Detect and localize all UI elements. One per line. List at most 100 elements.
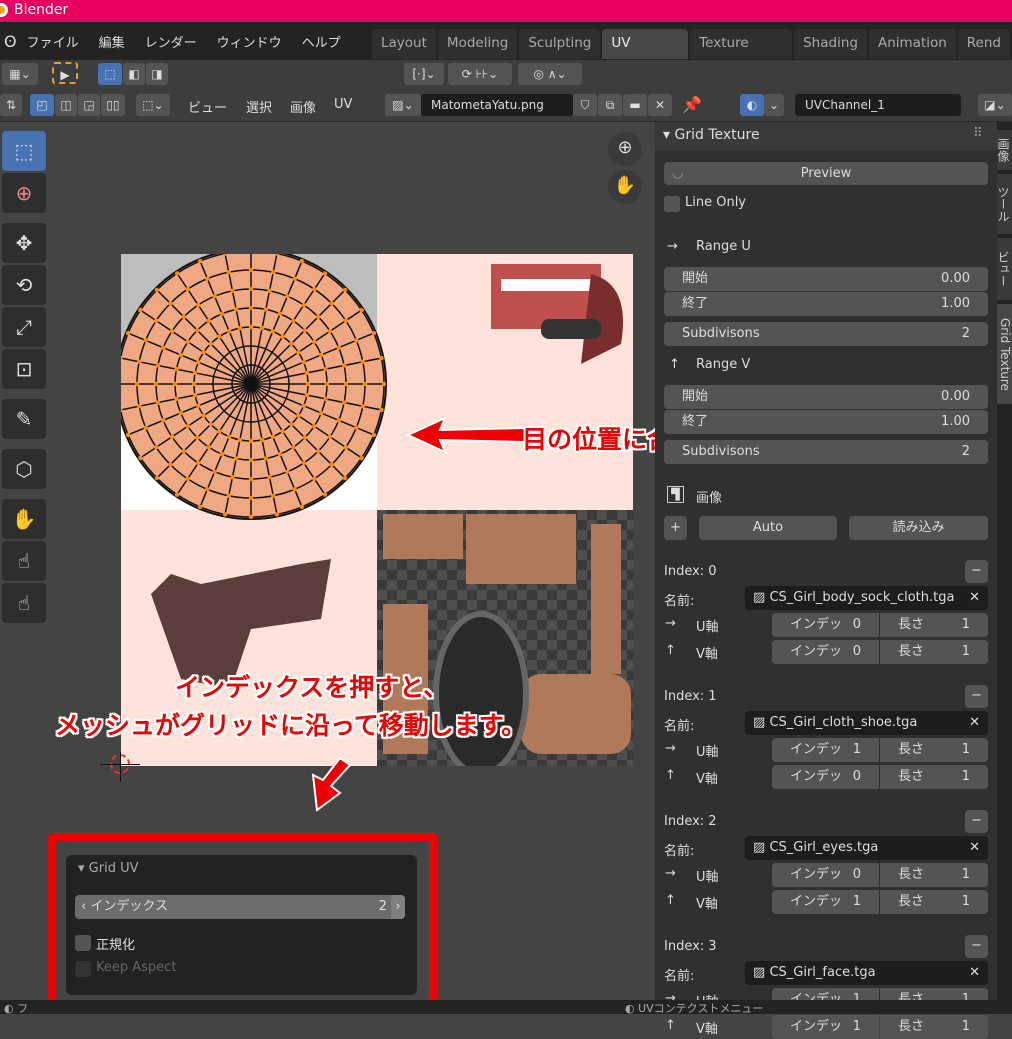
rip-tool-icon[interactable]: ⬡	[2, 449, 46, 489]
menu-edit[interactable]: 編集	[99, 32, 125, 51]
v-length-field[interactable]: 長さ 1	[880, 1015, 988, 1039]
sync-selection-icon[interactable]: ⇅	[0, 94, 22, 116]
select-subtract-icon[interactable]: ◨	[146, 63, 168, 85]
u-length-field[interactable]: 長さ1	[880, 613, 988, 637]
tab-tool[interactable]: ツール	[996, 174, 1012, 234]
tab-texture-paint[interactable]: Texture Paint	[690, 29, 793, 79]
index-stepper[interactable]: ‹ インデックス 2 ›	[75, 895, 405, 919]
proportional-edit-icon[interactable]: ◎ ∧⌄	[518, 63, 582, 85]
image-name-field[interactable]: ▨ CS_Girl_cloth_shoe.tga ✕	[745, 711, 988, 735]
u-index-field[interactable]: インデッ 0	[772, 863, 879, 887]
transform-tool-icon[interactable]: ⊡	[2, 349, 46, 389]
tab-rendering[interactable]: Rend	[957, 29, 1010, 59]
menu-view[interactable]: ビュー	[188, 97, 227, 116]
move-tool-icon[interactable]: ✥	[2, 223, 46, 263]
pivot-icon[interactable]: [·]⌄	[404, 63, 444, 85]
line-only-checkbox[interactable]	[664, 196, 680, 212]
u-length-field[interactable]: 長さ1	[880, 863, 988, 887]
tab-image[interactable]: 画像	[996, 130, 1012, 170]
preview-button[interactable]: ◡ Preview	[664, 162, 988, 185]
normalize-checkbox[interactable]	[75, 935, 91, 951]
menu-file[interactable]: ファイル	[27, 32, 79, 51]
clear-icon[interactable]: ✕	[969, 961, 980, 985]
zoom-icon[interactable]: ⊕	[608, 132, 642, 166]
face-select-icon[interactable]: ◲	[78, 94, 100, 116]
panel-title[interactable]: ▾ Grid Texture	[663, 127, 760, 143]
add-button[interactable]: +	[664, 516, 687, 540]
pinch-tool-icon[interactable]: ☝	[2, 583, 46, 623]
blender-menu-icon[interactable]: ʘ	[4, 32, 17, 51]
menu-window[interactable]: ウィンドウ	[217, 32, 282, 51]
annotate-tool-icon[interactable]: ✎	[2, 399, 46, 439]
image-name-field[interactable]: ▨ CS_Girl_eyes.tga ✕	[745, 836, 988, 860]
image-name-field[interactable]: MatometaYatu.png	[421, 94, 573, 116]
v-length-field[interactable]: 長さ 1	[880, 890, 988, 914]
drag-handle-icon[interactable]: ⠿	[973, 126, 983, 141]
menu-image[interactable]: 画像	[290, 97, 316, 116]
range-v-end-field[interactable]: 終了 1.00	[664, 410, 988, 434]
remove-entry-button[interactable]: −	[965, 560, 988, 583]
u-index-field[interactable]: インデッ1	[772, 738, 879, 762]
relax-tool-icon[interactable]: ☝	[2, 541, 46, 581]
v-length-field[interactable]: 長さ 1	[880, 765, 988, 789]
pan-hand-icon[interactable]: ✋	[608, 170, 642, 204]
remove-entry-button[interactable]: −	[965, 685, 988, 708]
open-image-icon[interactable]: ▬	[623, 94, 647, 116]
uv-overlay-icon[interactable]: ◐	[740, 94, 764, 116]
uv-channel-field[interactable]: UVChannel_1	[795, 94, 961, 116]
island-select-icon[interactable]: ▯▯	[101, 94, 125, 116]
v-length-field[interactable]: 長さ 1	[880, 640, 988, 664]
range-u-start-field[interactable]: 開始 0.00	[664, 267, 988, 291]
snap-icon[interactable]: ⟳ ⊦⊦⌄	[448, 63, 512, 85]
select-extend-icon[interactable]: ◧	[123, 63, 145, 85]
editor-type-icon[interactable]: ▦⌄	[2, 63, 38, 85]
new-image-icon[interactable]: ⧉	[598, 94, 622, 116]
tab-view[interactable]: ビュー	[996, 238, 1012, 300]
select-box-tool-icon[interactable]: ⬚	[2, 131, 46, 171]
u-length-field[interactable]: 長さ1	[880, 738, 988, 762]
clear-icon[interactable]: ✕	[969, 836, 980, 860]
range-u-subdiv-field[interactable]: Subdivisons 2	[664, 322, 988, 346]
u-index-field[interactable]: インデッ 0	[772, 613, 879, 637]
unlink-image-icon[interactable]: ✕	[648, 94, 672, 116]
grab-tool-icon[interactable]: ✋	[2, 499, 46, 539]
tab-uv-editing[interactable]: UV Editing	[602, 29, 689, 79]
sticky-select-icon[interactable]: ⬚⌄	[136, 94, 170, 116]
select-tool-icon[interactable]: ▶	[52, 62, 78, 84]
menu-help[interactable]: ヘルプ	[302, 32, 341, 51]
menu-select[interactable]: 選択	[246, 97, 272, 116]
clear-icon[interactable]: ✕	[969, 586, 980, 610]
overlay-dropdown-icon[interactable]: ⌄	[764, 94, 784, 116]
keep-aspect-checkbox[interactable]	[75, 961, 91, 977]
image-name-field[interactable]: ▨ CS_Girl_body_sock_cloth.tga ✕	[745, 586, 988, 610]
vertex-select-icon[interactable]: ◰	[30, 94, 54, 116]
range-v-subdiv-field[interactable]: Subdivisons 2	[664, 440, 988, 464]
edge-select-icon[interactable]: ◫	[55, 94, 77, 116]
rotate-tool-icon[interactable]: ⟲	[2, 265, 46, 305]
remove-entry-button[interactable]: −	[965, 810, 988, 833]
v-index-field[interactable]: インデッ 1	[772, 890, 879, 914]
grid-uv-title[interactable]: ▾ Grid UV	[78, 861, 139, 876]
v-index-field[interactable]: インデッ 0	[772, 765, 879, 789]
menu-uv[interactable]: UV	[334, 97, 352, 112]
clear-icon[interactable]: ✕	[969, 711, 980, 735]
cursor-tool-icon[interactable]: ⊕	[2, 173, 46, 213]
range-v-start-field[interactable]: 開始 0.00	[664, 385, 988, 409]
tab-layout[interactable]: Layout	[372, 29, 436, 59]
menu-render[interactable]: レンダー	[145, 32, 197, 51]
tab-grid-texture[interactable]: Grid Texture	[997, 304, 1012, 404]
tab-shading[interactable]: Shading	[794, 29, 867, 59]
image-name-field[interactable]: ▨ CS_Girl_face.tga ✕	[745, 961, 988, 985]
fake-user-icon[interactable]: ⛉	[573, 94, 597, 116]
image-browse-icon[interactable]: ▨⌄	[385, 94, 421, 116]
auto-button[interactable]: Auto	[699, 516, 837, 540]
v-index-field[interactable]: インデッ 0	[772, 640, 879, 664]
2d-cursor-icon[interactable]	[100, 752, 140, 782]
select-new-icon[interactable]: ⬚	[98, 63, 122, 85]
scale-tool-icon[interactable]: ⤢	[2, 307, 46, 347]
tab-modeling[interactable]: Modeling	[437, 29, 518, 59]
pin-icon[interactable]: 📌	[682, 95, 702, 114]
display-channels-icon[interactable]: ◪⌄	[978, 94, 1012, 116]
load-button[interactable]: 読み込み	[849, 516, 988, 540]
tab-animation[interactable]: Animation	[868, 29, 956, 59]
